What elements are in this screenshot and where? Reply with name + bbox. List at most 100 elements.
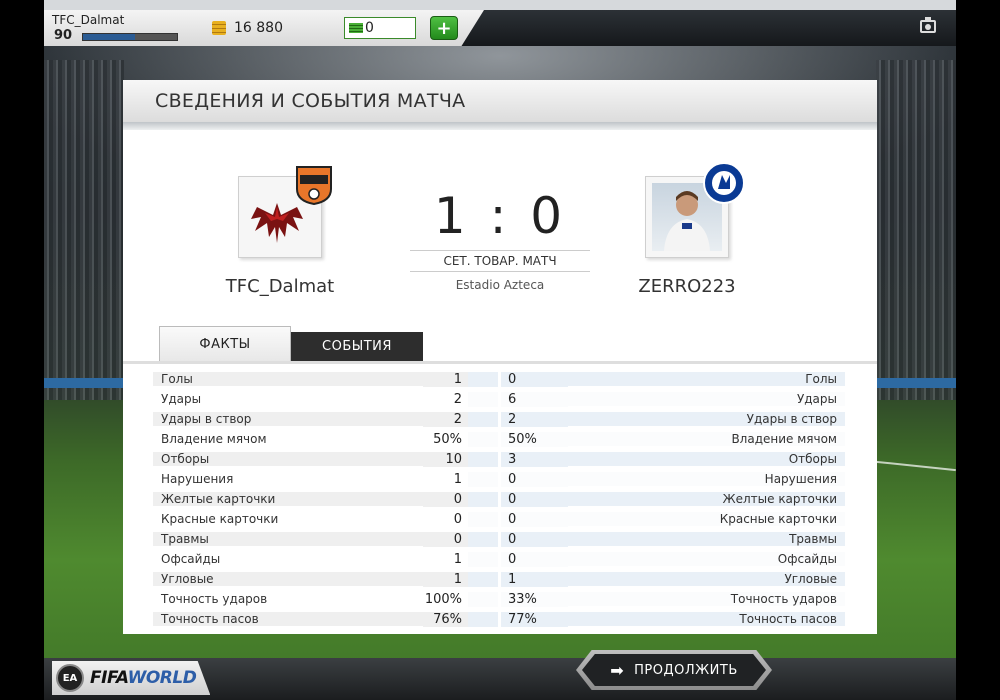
stat-label-away: Травмы (568, 532, 845, 546)
continue-label: ПРОДОЛЖИТЬ (634, 662, 738, 678)
match-type: СЕТ. ТОВАР. МАТЧ (410, 250, 590, 272)
fifa-points-field: 0 (344, 17, 416, 39)
stat-label-home: Точность ударов (161, 592, 268, 606)
stat-value-away: 3 (468, 451, 568, 467)
stat-value-away: 0 (468, 531, 568, 547)
ea-sports-icon: EA (56, 664, 84, 692)
score-block: 1 : 0 СЕТ. ТОВАР. МАТЧ Estadio Azteca (410, 188, 590, 292)
stat-label-away: Нарушения (568, 472, 845, 486)
xp-progress-fill (83, 34, 135, 40)
stands-left (44, 60, 124, 400)
stat-label-home: Угловые (153, 572, 423, 586)
plus-icon: + (436, 17, 452, 39)
tab-events[interactable]: СОБЫТИЯ (291, 332, 423, 361)
stat-label-away: Угловые (568, 572, 845, 586)
user-name: TFC_Dalmat (52, 13, 125, 27)
user-level: 90 (54, 28, 73, 43)
adboard-right (876, 378, 956, 388)
fifa-points-icon (349, 23, 363, 33)
fifa-points-balance: 0 + (334, 10, 484, 46)
stat-label-away: Офсайды (568, 552, 845, 566)
top-strip (44, 0, 956, 10)
coins-value: 16 880 (234, 20, 283, 36)
xp-progress-bar (82, 33, 178, 41)
stat-label-home: Нарушения (161, 472, 234, 486)
stat-label-home: Владение мячом (161, 432, 267, 446)
stat-label-home: Травмы (153, 532, 423, 546)
away-team: ZERRO223 (587, 162, 787, 297)
stat-value-home: 1 (453, 551, 462, 567)
stat-label-home: Голы (153, 372, 423, 386)
panel-title: СВЕДЕНИЯ И СОБЫТИЯ МАТЧА (123, 80, 877, 122)
stat-label-away: Желтые карточки (568, 492, 845, 506)
stat-label-home: Отборы (153, 452, 423, 466)
pitch-line (876, 460, 956, 472)
home-team-crest (238, 166, 332, 258)
stat-label-home: Удары (161, 392, 202, 406)
add-points-button[interactable]: + (430, 16, 458, 40)
stat-label-away: Владение мячом (568, 432, 845, 446)
stat-value-away: 0 (468, 371, 568, 387)
home-team-name: TFC_Dalmat (225, 276, 335, 297)
stat-value-home: 10 (423, 451, 468, 467)
stat-value-home: 1 (453, 471, 462, 487)
continue-button[interactable]: ➡ ПРОДОЛЖИТЬ (576, 650, 772, 690)
chelsea-badge-icon (703, 162, 745, 204)
stat-value-away: 33% (468, 591, 568, 607)
stat-value-away: 0 (468, 551, 568, 567)
stat-label-away: Удары (568, 392, 845, 406)
stat-label-away: Отборы (568, 452, 845, 466)
stat-value-away: 0 (468, 491, 568, 507)
tab-divider (123, 361, 877, 364)
stat-label-away: Удары в створ (568, 412, 845, 426)
stat-value-away: 50% (468, 431, 568, 447)
tab-facts[interactable]: ФАКТЫ (159, 326, 291, 361)
logo-world: WORLD (127, 668, 197, 688)
stat-value-home: 100% (424, 591, 462, 607)
coins-icon (212, 21, 226, 35)
stat-value-home: 2 (453, 391, 462, 407)
stat-value-away: 0 (468, 511, 568, 527)
stat-value-away: 2 (468, 411, 568, 427)
stat-value-home: 0 (423, 491, 468, 507)
continue-button-face: ➡ ПРОДОЛЖИТЬ (582, 654, 766, 686)
stat-value-away: 1 (468, 571, 568, 587)
stat-label-home: Желтые карточки (153, 492, 423, 506)
arrow-right-icon: ➡ (610, 660, 625, 680)
camera-icon[interactable] (920, 17, 936, 33)
stat-value-away: 0 (468, 471, 568, 487)
stat-label-away: Точность пасов (568, 612, 845, 626)
stat-label-away: Точность ударов (568, 592, 845, 606)
away-team-name: ZERRO223 (638, 276, 736, 297)
away-team-crest (645, 162, 745, 258)
stat-value-home: 76% (423, 611, 468, 627)
ural-badge-icon (296, 166, 332, 205)
stat-value-home: 1 (423, 571, 468, 587)
stats-tabs: ФАКТЫ СОБЫТИЯ (159, 326, 423, 361)
match-score: 1 : 0 (433, 187, 567, 245)
stat-value-home: 0 (453, 511, 462, 527)
fifa-points-value: 0 (365, 20, 374, 36)
home-team: TFC_Dalmat (180, 166, 380, 297)
stat-value-home: 0 (423, 531, 468, 547)
panel-subheader (123, 122, 877, 130)
stat-value-away: 6 (468, 391, 568, 407)
stat-value-home: 1 (423, 371, 468, 387)
stands-right (876, 60, 956, 400)
stat-label-home: Точность пасов (153, 612, 423, 626)
stat-value-away: 77% (468, 611, 568, 627)
user-profile[interactable]: TFC_Dalmat 90 (44, 10, 194, 46)
adboard-left (44, 378, 124, 388)
stat-value-home: 2 (423, 411, 468, 427)
stat-label-home: Красные карточки (161, 512, 279, 526)
top-bar: TFC_Dalmat 90 16 880 0 + (44, 0, 956, 46)
match-summary-panel: СВЕДЕНИЯ И СОБЫТИЯ МАТЧА TFC_Dalmat 1 : … (123, 80, 877, 634)
stat-label-home: Офсайды (161, 552, 221, 566)
coins-balance: 16 880 (194, 10, 334, 46)
stats-column-divider (498, 369, 501, 629)
stat-value-home: 50% (433, 431, 462, 447)
stat-label-home: Удары в створ (153, 412, 423, 426)
logo-fifa: FIFA (90, 668, 128, 688)
match-venue: Estadio Azteca (455, 278, 545, 292)
stat-label-away: Красные карточки (568, 512, 845, 526)
